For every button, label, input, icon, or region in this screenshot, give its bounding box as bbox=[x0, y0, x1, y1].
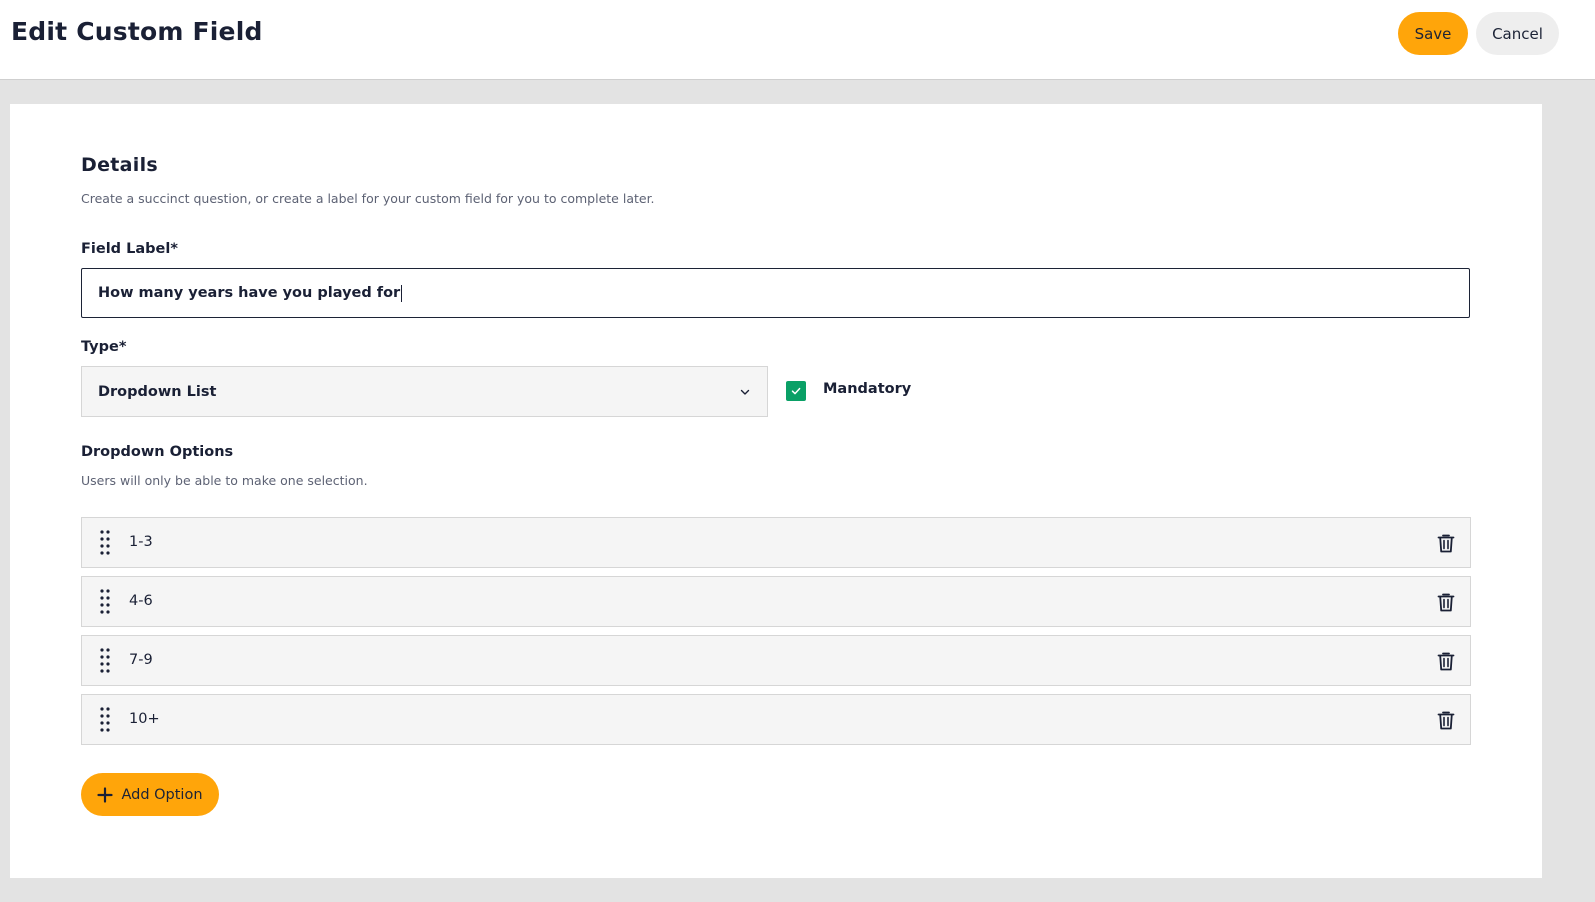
trash-icon[interactable] bbox=[1437, 652, 1455, 671]
field-label-label: Field Label* bbox=[81, 241, 178, 257]
option-label: 4-6 bbox=[129, 593, 153, 609]
mandatory-checkbox[interactable] bbox=[786, 381, 806, 401]
details-description: Create a succinct question, or create a … bbox=[81, 191, 655, 206]
add-option-button[interactable]: Add Option bbox=[81, 773, 219, 816]
mandatory-label: Mandatory bbox=[823, 381, 912, 397]
option-row[interactable]: 4-6 bbox=[81, 576, 1471, 627]
type-label: Type* bbox=[81, 339, 127, 355]
save-button[interactable]: Save bbox=[1398, 12, 1468, 55]
option-row[interactable]: 10+ bbox=[81, 694, 1471, 745]
option-label: 1-3 bbox=[129, 534, 153, 550]
check-icon bbox=[791, 387, 801, 395]
field-label-value: How many years have you played for bbox=[98, 285, 401, 301]
details-title: Details bbox=[81, 154, 158, 176]
text-caret bbox=[401, 284, 403, 302]
chevron-down-icon bbox=[740, 389, 750, 395]
drag-handle-icon[interactable] bbox=[99, 647, 111, 673]
type-select[interactable]: Dropdown List bbox=[81, 366, 768, 417]
cancel-button[interactable]: Cancel bbox=[1476, 12, 1559, 55]
add-option-label: Add Option bbox=[121, 786, 203, 803]
option-label: 10+ bbox=[129, 711, 160, 727]
dropdown-options-title: Dropdown Options bbox=[81, 444, 234, 460]
trash-icon[interactable] bbox=[1437, 711, 1455, 730]
plus-icon bbox=[97, 786, 114, 803]
details-card: Details Create a succinct question, or c… bbox=[10, 104, 1542, 878]
drag-handle-icon[interactable] bbox=[99, 706, 111, 732]
dropdown-options-description: Users will only be able to make one sele… bbox=[81, 473, 368, 488]
field-label-input[interactable]: How many years have you played for bbox=[81, 268, 1470, 318]
option-row[interactable]: 1-3 bbox=[81, 517, 1471, 568]
header-bar: Edit Custom Field Save Cancel bbox=[0, 0, 1595, 80]
drag-handle-icon[interactable] bbox=[99, 588, 111, 614]
option-row[interactable]: 7-9 bbox=[81, 635, 1471, 686]
trash-icon[interactable] bbox=[1437, 534, 1455, 553]
trash-icon[interactable] bbox=[1437, 593, 1455, 612]
drag-handle-icon[interactable] bbox=[99, 529, 111, 555]
type-selected-value: Dropdown List bbox=[98, 383, 217, 400]
option-label: 7-9 bbox=[129, 652, 153, 668]
page-title: Edit Custom Field bbox=[11, 17, 263, 46]
